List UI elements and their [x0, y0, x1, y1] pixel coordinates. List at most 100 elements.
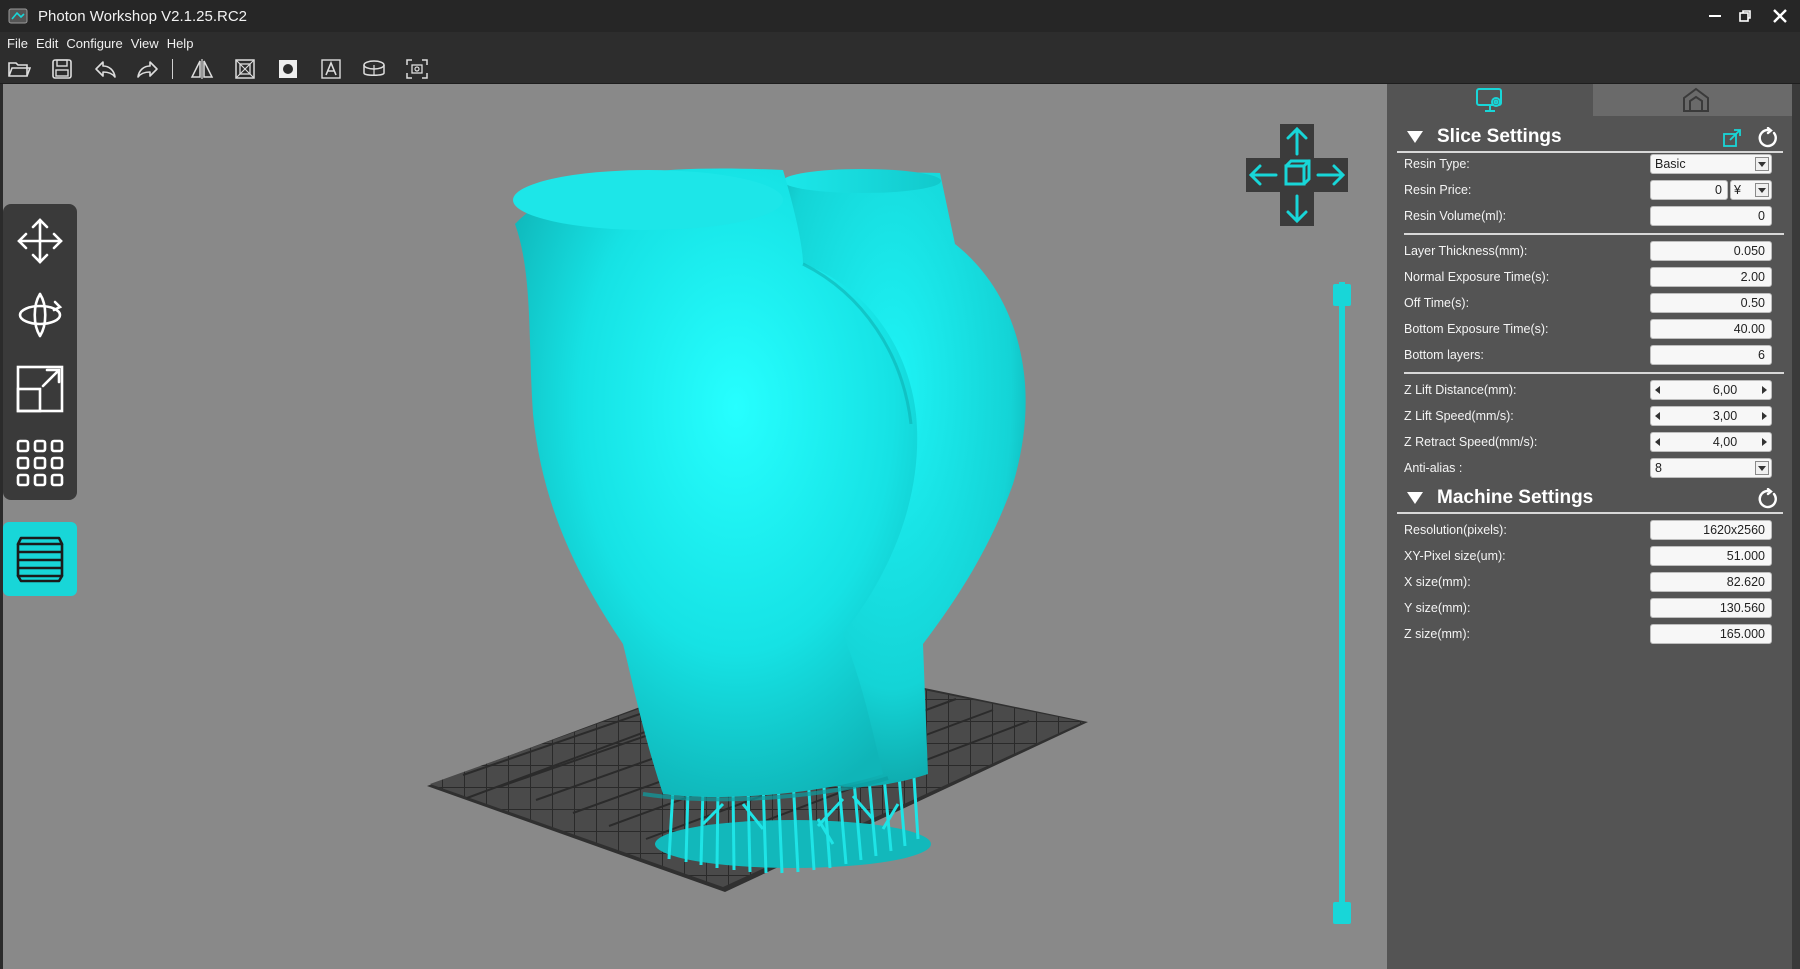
machine-settings-header[interactable]: Machine Settings [1397, 484, 1783, 514]
resin-volume-field[interactable]: 0 [1650, 206, 1772, 226]
slice-settings-title: Slice Settings [1437, 126, 1562, 147]
collapse-triangle-icon[interactable] [1407, 492, 1423, 504]
view-navigation-pad[interactable] [1246, 124, 1348, 226]
toolbar-separator [172, 58, 173, 79]
z-retract-speed-row: Z Retract Speed(mm/s): 4,00 [1404, 431, 1784, 453]
close-icon [1773, 9, 1787, 23]
menu-help[interactable]: Help [167, 36, 194, 51]
slice-settings-header[interactable]: Slice Settings [1397, 123, 1783, 153]
decrement-arrow-icon[interactable] [1655, 412, 1660, 420]
normal-exposure-row: Normal Exposure Time(s): 2.00 [1404, 266, 1784, 288]
normal-exposure-input[interactable]: 2.00 [1650, 267, 1772, 287]
section-divider [1404, 233, 1784, 235]
undo-button[interactable] [92, 56, 118, 82]
hollow-button[interactable] [232, 56, 258, 82]
mirror-icon [190, 58, 214, 79]
z-lift-speed-stepper[interactable]: 3,00 [1650, 406, 1772, 426]
menu-edit[interactable]: Edit [36, 36, 58, 51]
reset-slice-settings-icon[interactable] [1757, 127, 1779, 149]
anti-alias-value: 8 [1655, 461, 1662, 475]
model-house-icon [1683, 87, 1709, 112]
panel-tabs [1387, 84, 1800, 116]
open-file-button[interactable] [6, 56, 32, 82]
redo-button[interactable] [135, 56, 161, 82]
chevron-down-icon[interactable] [1755, 157, 1769, 171]
save-file-button[interactable] [49, 56, 75, 82]
cylinder-icon [363, 59, 385, 76]
screenshot-icon [406, 58, 428, 79]
restore-button[interactable] [1730, 0, 1760, 32]
text-button[interactable] [318, 56, 344, 82]
resin-price-label: Resin Price: [1404, 183, 1472, 197]
bottom-exposure-input[interactable]: 40.00 [1650, 319, 1772, 339]
grid-arrange-icon [16, 439, 64, 487]
anti-alias-label: Anti-alias : [1404, 461, 1463, 475]
z-size-field[interactable]: 165.000 [1650, 624, 1772, 644]
redo-icon [137, 60, 158, 78]
tab-model-info[interactable] [1593, 84, 1799, 116]
move-tool-button[interactable] [3, 204, 77, 278]
save-icon [52, 58, 72, 79]
3d-viewport[interactable] [3, 84, 1387, 969]
export-settings-icon[interactable] [1721, 127, 1743, 149]
bottom-layers-label: Bottom layers: [1404, 348, 1484, 362]
y-size-field[interactable]: 130.560 [1650, 598, 1772, 618]
decrement-arrow-icon[interactable] [1655, 438, 1660, 446]
off-time-input[interactable]: 0.50 [1650, 293, 1772, 313]
mirror-button[interactable] [189, 56, 215, 82]
z-lift-distance-label: Z Lift Distance(mm): [1404, 383, 1517, 397]
resin-price-input[interactable]: 0 [1650, 180, 1728, 200]
resin-type-select[interactable]: Basic [1650, 154, 1772, 174]
resolution-field[interactable]: 1620x2560 [1650, 520, 1772, 540]
menu-file[interactable]: File [7, 36, 28, 51]
layer-preview-button[interactable] [3, 522, 77, 596]
arrange-tool-button[interactable] [3, 426, 77, 500]
title-bar: Photon Workshop V2.1.25.RC2 [0, 0, 1800, 32]
z-retract-speed-label: Z Retract Speed(mm/s): [1404, 435, 1538, 449]
settings-panel: Slice Settings Resin Type: Basic Resin P… [1387, 84, 1800, 969]
menu-view[interactable]: View [131, 36, 159, 51]
off-time-label: Off Time(s): [1404, 296, 1470, 310]
x-size-field[interactable]: 82.620 [1650, 572, 1772, 592]
app-logo-icon [8, 8, 28, 24]
chevron-down-icon[interactable] [1755, 461, 1769, 475]
resolution-label: Resolution(pixels): [1404, 523, 1507, 537]
z-retract-speed-stepper[interactable]: 4,00 [1650, 432, 1772, 452]
resin-volume-label: Resin Volume(ml): [1404, 209, 1507, 223]
menu-configure[interactable]: Configure [66, 36, 122, 51]
layer-slider-top-handle[interactable] [1333, 284, 1351, 306]
xy-pixel-row: XY-Pixel size(um): 51.000 [1404, 545, 1784, 567]
x-size-label: X size(mm): [1404, 575, 1471, 589]
rotate-tool-button[interactable] [3, 278, 77, 352]
cylinder-button[interactable] [361, 56, 387, 82]
xy-pixel-label: XY-Pixel size(um): [1404, 549, 1506, 563]
increment-arrow-icon[interactable] [1762, 386, 1767, 394]
bottom-layers-input[interactable]: 6 [1650, 345, 1772, 365]
chevron-down-icon[interactable] [1755, 183, 1769, 197]
y-size-row: Y size(mm): 130.560 [1404, 597, 1784, 619]
minimize-button[interactable] [1700, 0, 1730, 32]
normal-exposure-label: Normal Exposure Time(s): [1404, 270, 1550, 284]
resin-type-row: Resin Type: Basic [1404, 153, 1784, 175]
xy-pixel-field[interactable]: 51.000 [1650, 546, 1772, 566]
z-lift-distance-stepper[interactable]: 6,00 [1650, 380, 1772, 400]
close-button[interactable] [1760, 0, 1800, 32]
increment-arrow-icon[interactable] [1762, 412, 1767, 420]
decrement-arrow-icon[interactable] [1655, 386, 1660, 394]
currency-select[interactable]: ¥ [1730, 180, 1772, 200]
layer-thickness-input[interactable]: 0.050 [1650, 241, 1772, 261]
restore-icon [1739, 10, 1751, 22]
reset-machine-settings-icon[interactable] [1757, 488, 1779, 510]
anti-alias-select[interactable]: 8 [1650, 458, 1772, 478]
increment-arrow-icon[interactable] [1762, 438, 1767, 446]
punch-hole-button[interactable] [275, 56, 301, 82]
layer-slider-bottom-handle[interactable] [1333, 902, 1351, 924]
scale-tool-button[interactable] [3, 352, 77, 426]
layer-thickness-label: Layer Thickness(mm): [1404, 244, 1528, 258]
layer-slider-track[interactable] [1339, 282, 1345, 908]
collapse-triangle-icon[interactable] [1407, 131, 1423, 143]
tab-slice-settings[interactable] [1387, 84, 1593, 116]
open-folder-icon [8, 61, 31, 77]
scene-canvas[interactable] [3, 84, 1387, 969]
screenshot-button[interactable] [404, 56, 430, 82]
